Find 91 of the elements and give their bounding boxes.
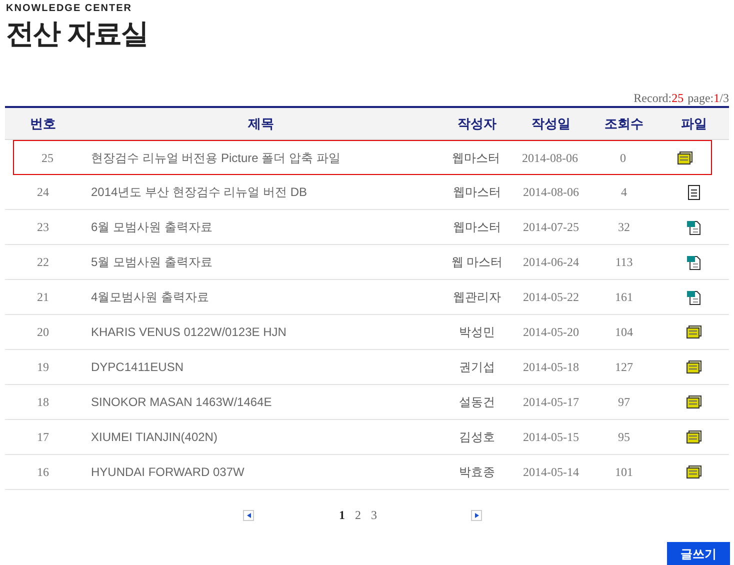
post-number: 24 (37, 184, 49, 201)
folder-icon[interactable] (676, 150, 692, 164)
next-page-button[interactable] (471, 510, 482, 520)
post-number: 20 (37, 324, 49, 341)
folder-icon[interactable] (686, 430, 702, 444)
column-header: 작성자 (458, 114, 496, 133)
column-header: 제목 (248, 114, 274, 133)
post-author: 김성호 (459, 429, 495, 446)
view-count: 4 (621, 184, 627, 201)
page-link[interactable]: 2 (355, 506, 361, 524)
view-count: 95 (618, 429, 630, 446)
record-label: Record: (634, 90, 672, 106)
view-count: 0 (620, 150, 626, 166)
current-page: 1 (714, 90, 720, 106)
table-row[interactable]: 16 HYUNDAI FORWARD 037W 박효종 2014-05-14 101 (5, 455, 729, 490)
folder-icon[interactable] (686, 465, 702, 479)
post-date: 2014-05-15 (523, 429, 579, 446)
page-label: page: (688, 90, 714, 106)
view-count: 101 (615, 464, 633, 481)
post-date: 2014-05-14 (523, 464, 579, 481)
column-header: 조회수 (604, 114, 644, 133)
page-link[interactable]: 1 (339, 506, 345, 524)
view-count: 161 (615, 289, 633, 306)
post-date: 2014-05-18 (523, 359, 579, 376)
post-title[interactable]: KHARIS VENUS 0122W/0123E HJN (91, 325, 286, 339)
column-header: 작성일 (532, 114, 570, 133)
column-header: 파일 (681, 114, 707, 133)
right-arrow-icon (474, 512, 478, 518)
post-title[interactable]: 5월 모범사원 출력자료 (91, 255, 212, 269)
post-date: 2014-05-22 (523, 289, 579, 306)
view-count: 113 (615, 254, 633, 271)
table-row[interactable]: 17 XIUMEI TIANJIN(402N) 김성호 2014-05-15 95 (5, 420, 729, 455)
post-number: 21 (37, 289, 49, 306)
folder-icon[interactable] (686, 360, 702, 374)
post-title[interactable]: XIUMEI TIANJIN(402N) (91, 430, 218, 444)
table-row[interactable]: 20 KHARIS VENUS 0122W/0123E HJN 박성민 2014-05-20 104 (5, 315, 729, 350)
section-eyebrow: KNOWLEDGE CENTER (6, 2, 133, 16)
table-row[interactable]: 22 5월 모범사원 출력자료 웹 마스터 2014-06-24 113 (5, 245, 729, 280)
post-title[interactable]: 2014년도 부산 현장검수 리뉴얼 버전 DB (91, 185, 308, 199)
total-pages: /3 (720, 90, 729, 106)
post-author: 웹마스터 (452, 150, 500, 166)
document-icon[interactable] (687, 290, 701, 304)
table-row[interactable]: 18 SINOKOR MASAN 1463W/1464E 설동건 2014-05-17 97 (5, 385, 729, 420)
post-title[interactable]: SINOKOR MASAN 1463W/1464E (91, 395, 272, 409)
post-number: 23 (37, 219, 49, 236)
post-date: 2014-07-25 (523, 219, 579, 236)
folder-icon[interactable] (686, 395, 702, 409)
table-row[interactable]: 23 6월 모범사원 출력자료 웹마스터 2014-07-25 32 (5, 210, 729, 245)
post-date: 2014-06-24 (523, 254, 579, 271)
post-number: 18 (37, 394, 49, 411)
previous-page-button[interactable] (243, 510, 254, 520)
post-date: 2014-05-20 (523, 324, 579, 341)
post-author: 웹관리자 (453, 289, 501, 306)
post-title[interactable]: DYPC1411EUSN (91, 360, 184, 374)
notepad-icon[interactable] (688, 184, 700, 200)
post-number: 19 (37, 359, 49, 376)
page-title: 전산 자료실 (6, 17, 149, 51)
view-count: 104 (615, 324, 633, 341)
table-row[interactable]: 21 4월모범사원 출력자료 웹관리자 2014-05-22 161 (5, 280, 729, 315)
view-count: 97 (618, 394, 630, 411)
post-author: 박성민 (459, 324, 495, 341)
table-row[interactable]: 25 현장검수 리뉴얼 버전용 Picture 폴더 압축 파일 웹마스터 2014-08-06 0 (13, 140, 712, 175)
folder-icon[interactable] (686, 325, 702, 339)
post-number: 25 (42, 150, 54, 166)
post-title[interactable]: 6월 모범사원 출력자료 (91, 220, 212, 234)
record-count: 25 (672, 90, 684, 106)
post-author: 권기섭 (459, 359, 495, 376)
post-author: 설동건 (459, 394, 495, 411)
page-link[interactable]: 3 (371, 506, 377, 524)
post-title[interactable]: 4월모범사원 출력자료 (91, 290, 210, 304)
post-date: 2014-08-06 (523, 184, 579, 201)
column-header: 번호 (30, 114, 56, 133)
post-date: 2014-08-06 (522, 150, 578, 166)
post-number: 17 (37, 429, 49, 446)
post-author: 웹마스터 (453, 184, 501, 201)
post-author: 웹마스터 (453, 219, 501, 236)
post-title[interactable]: HYUNDAI FORWARD 037W (91, 465, 244, 479)
post-number: 16 (37, 464, 49, 481)
post-author: 박효종 (459, 464, 495, 481)
post-title[interactable]: 현장검수 리뉴얼 버전용 Picture 폴더 압축 파일 (91, 150, 340, 164)
left-arrow-icon (246, 512, 250, 518)
table-row[interactable]: 24 2014년도 부산 현장검수 리뉴얼 버전 DB 웹마스터 2014-08-06 4 (5, 175, 729, 210)
table-row[interactable]: 19 DYPC1411EUSN 권기섭 2014-05-18 127 (5, 350, 729, 385)
document-icon[interactable] (687, 254, 701, 270)
view-count: 127 (615, 359, 633, 376)
document-icon[interactable] (687, 220, 701, 234)
write-button[interactable]: 글쓰기 (667, 542, 730, 565)
post-author: 웹 마스터 (451, 254, 503, 271)
view-count: 32 (618, 219, 630, 236)
post-date: 2014-05-17 (523, 394, 579, 411)
post-number: 22 (37, 254, 49, 271)
